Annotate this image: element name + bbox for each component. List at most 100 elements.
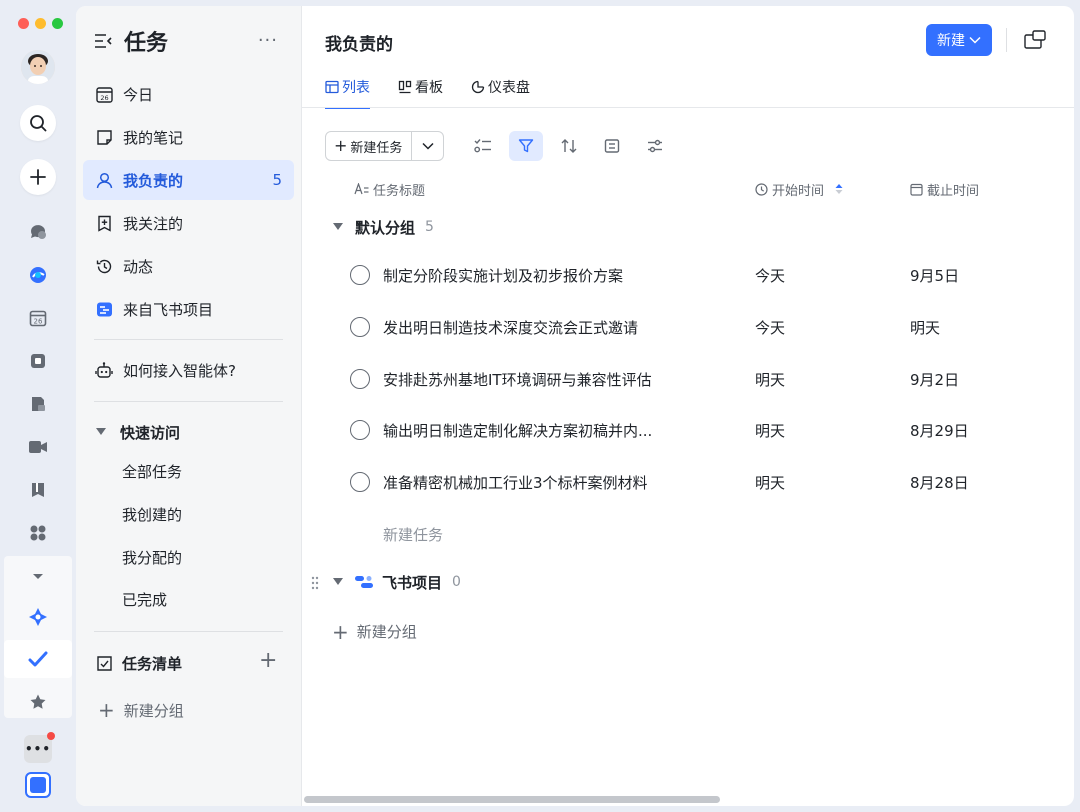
- minimize-window-button[interactable]: [35, 18, 46, 29]
- task-title[interactable]: 发出明日制造技术深度交流会正式邀请: [383, 317, 683, 338]
- tab-list[interactable]: 列表: [325, 76, 370, 109]
- cloud-nav[interactable]: [26, 263, 50, 287]
- drag-handle-icon[interactable]: [311, 575, 319, 594]
- task-start-time[interactable]: 明天: [755, 472, 785, 493]
- collapse-sidebar-icon[interactable]: [94, 33, 112, 49]
- apps-nav[interactable]: [26, 521, 50, 545]
- task-due-time[interactable]: 8月29日: [910, 420, 969, 441]
- project-icon: [95, 300, 113, 318]
- task-due-time[interactable]: 9月5日: [910, 265, 959, 286]
- quick-access-all-tasks[interactable]: 全部任务: [122, 460, 182, 484]
- task-complete-checkbox[interactable]: [350, 265, 370, 285]
- add-task-list-button[interactable]: +: [259, 648, 277, 673]
- ai-assistant-nav[interactable]: [26, 605, 50, 629]
- quick-access-assigned[interactable]: 我分配的: [122, 546, 182, 570]
- table-row[interactable]: 发出明日制造技术深度交流会正式邀请 今天 明天: [302, 301, 1074, 353]
- sidebar-item-assigned-to-me[interactable]: 我负责的 5: [83, 160, 294, 200]
- task-lists-title: 任务清单: [122, 654, 183, 673]
- task-due-time[interactable]: 9月2日: [910, 369, 959, 390]
- sidebar-item-label: 我关注的: [123, 214, 184, 233]
- task-start-time[interactable]: 明天: [755, 420, 785, 441]
- table-row[interactable]: 准备精密机械加工行业3个标杆案例材料 明天 8月28日: [302, 456, 1074, 508]
- favorites-nav[interactable]: [26, 690, 50, 714]
- sidebar-divider: [94, 401, 283, 402]
- workplace-nav[interactable]: [26, 349, 50, 373]
- sidebar-item-notes[interactable]: 我的笔记: [83, 117, 294, 157]
- messenger-nav[interactable]: [26, 220, 50, 244]
- group-name: 飞书项目: [382, 573, 443, 592]
- task-complete-checkbox[interactable]: [350, 369, 370, 389]
- group-by-button[interactable]: [595, 131, 629, 161]
- open-new-window-button[interactable]: [1024, 30, 1046, 50]
- sort-button[interactable]: [552, 131, 586, 161]
- tab-board[interactable]: 看板: [398, 76, 443, 98]
- calendar-nav[interactable]: 26: [26, 306, 50, 330]
- new-button[interactable]: 新建: [926, 24, 992, 56]
- video-nav[interactable]: [26, 435, 50, 459]
- sidebar-item-today[interactable]: 26 今日: [83, 74, 294, 114]
- task-title[interactable]: 安排赴苏州基地IT环境调研与兼容性评估: [383, 369, 683, 390]
- text-field-icon: [354, 183, 369, 195]
- sidebar-item-feishu-project[interactable]: 来自飞书项目: [83, 289, 294, 329]
- task-complete-checkbox[interactable]: [350, 472, 370, 492]
- expand-pinned-button[interactable]: [26, 565, 50, 589]
- window-controls: [18, 18, 63, 29]
- chevron-down-icon: [969, 36, 981, 44]
- task-title[interactable]: 制定分阶段实施计划及初步报价方案: [383, 265, 683, 286]
- task-start-time[interactable]: 今天: [755, 265, 785, 286]
- cloud-icon: [30, 267, 46, 283]
- table-row[interactable]: 制定分阶段实施计划及初步报价方案 今天 9月5日: [302, 249, 1074, 301]
- group-header-feishu-project[interactable]: 飞书项目 0: [333, 570, 461, 594]
- user-avatar[interactable]: [21, 50, 55, 84]
- quick-access-completed[interactable]: 已完成: [122, 588, 167, 612]
- new-task-button[interactable]: + 新建任务: [326, 137, 411, 156]
- caret-down-icon: [333, 223, 343, 230]
- wiki-nav[interactable]: [26, 478, 50, 502]
- task-due-time[interactable]: 8月28日: [910, 472, 969, 493]
- group-header-default[interactable]: 默认分组 5: [333, 215, 434, 239]
- create-button[interactable]: [20, 159, 56, 195]
- tab-dashboard[interactable]: 仪表盘: [471, 76, 530, 98]
- main-new-group-button[interactable]: + 新建分组: [332, 621, 417, 642]
- tasks-nav[interactable]: [26, 647, 50, 671]
- quick-access-header[interactable]: 快速访问: [96, 419, 180, 445]
- quick-access-created[interactable]: 我创建的: [122, 503, 182, 527]
- zoom-window-button[interactable]: [52, 18, 63, 29]
- filter-icon: [518, 139, 534, 153]
- sidebar-item-following[interactable]: 我关注的: [83, 203, 294, 243]
- task-title[interactable]: 输出明日制造定制化解决方案初稿并内...: [383, 420, 683, 441]
- calendar-icon: [910, 183, 923, 196]
- sidebar-title: 任务: [124, 31, 169, 56]
- horizontal-scrollbar[interactable]: [304, 796, 720, 803]
- page-title: 我负责的: [325, 35, 393, 55]
- search-button[interactable]: [20, 105, 56, 141]
- notification-dot: [47, 732, 55, 740]
- group-new-task-button[interactable]: 新建任务: [383, 524, 443, 545]
- column-header-due-time[interactable]: 截止时间: [910, 180, 979, 199]
- sidebar-item-agent[interactable]: 如何接入智能体?: [83, 350, 294, 390]
- task-complete-checkbox[interactable]: [350, 420, 370, 440]
- table-row[interactable]: 输出明日制造定制化解决方案初稿并内... 明天 8月29日: [302, 404, 1074, 456]
- tenant-switcher[interactable]: [25, 772, 51, 798]
- filter-button[interactable]: [509, 131, 543, 161]
- sidebar-item-activity[interactable]: 动态: [83, 246, 294, 286]
- close-window-button[interactable]: [18, 18, 29, 29]
- task-start-time[interactable]: 今天: [755, 317, 785, 338]
- task-title[interactable]: 准备精密机械加工行业3个标杆案例材料: [383, 472, 683, 493]
- task-complete-checkbox[interactable]: [350, 317, 370, 337]
- quick-access-title: 快速访问: [120, 423, 181, 442]
- task-lists-header[interactable]: 任务清单: [96, 650, 182, 676]
- note-icon: [95, 128, 113, 146]
- task-start-time[interactable]: 明天: [755, 369, 785, 390]
- docs-nav[interactable]: [26, 392, 50, 416]
- sidebar-more-button[interactable]: ···: [258, 30, 278, 51]
- settings-button[interactable]: [638, 131, 672, 161]
- new-task-options-button[interactable]: [411, 132, 443, 160]
- column-header-title[interactable]: 任务标题: [354, 180, 425, 199]
- column-header-start-time[interactable]: 开始时间: [755, 180, 844, 199]
- task-due-time[interactable]: 明天: [910, 317, 940, 338]
- checklist-toggle-button[interactable]: [466, 131, 500, 161]
- sidebar-new-group[interactable]: + 新建分组: [98, 698, 184, 722]
- table-row[interactable]: 安排赴苏州基地IT环境调研与兼容性评估 明天 9月2日: [302, 353, 1074, 405]
- more-apps-button[interactable]: •••: [24, 732, 55, 763]
